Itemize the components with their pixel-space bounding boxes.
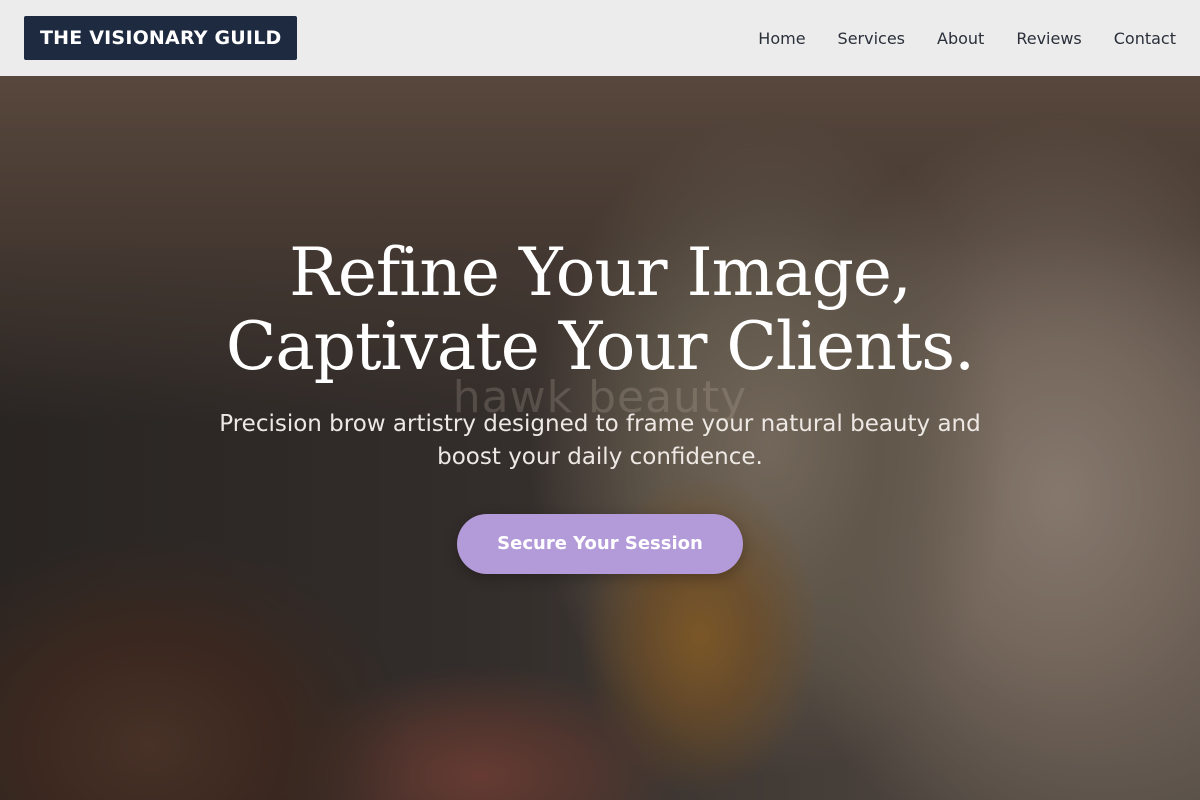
main-nav: Home Services About Reviews Contact xyxy=(758,29,1176,48)
nav-link-contact[interactable]: Contact xyxy=(1114,29,1176,48)
hero-title: Refine Your Image, Captivate Your Client… xyxy=(0,236,1200,384)
nav-link-services[interactable]: Services xyxy=(838,29,905,48)
hero-title-line-2: Captivate Your Clients. xyxy=(225,308,975,385)
secure-session-button[interactable]: Secure Your Session xyxy=(457,514,743,574)
site-logo[interactable]: THE VISIONARY GUILD xyxy=(24,16,298,60)
nav-link-home[interactable]: Home xyxy=(758,29,805,48)
nav-link-about[interactable]: About xyxy=(937,29,984,48)
hero-section: hawk beauty Refine Your Image, Captivate… xyxy=(0,76,1200,800)
hero-title-line-1: Refine Your Image, xyxy=(289,234,912,311)
hero-subtitle: Precision brow artistry designed to fram… xyxy=(219,411,981,470)
hero-content: Refine Your Image, Captivate Your Client… xyxy=(0,236,1200,574)
site-header: THE VISIONARY GUILD Home Services About … xyxy=(0,0,1200,76)
nav-link-reviews[interactable]: Reviews xyxy=(1016,29,1081,48)
